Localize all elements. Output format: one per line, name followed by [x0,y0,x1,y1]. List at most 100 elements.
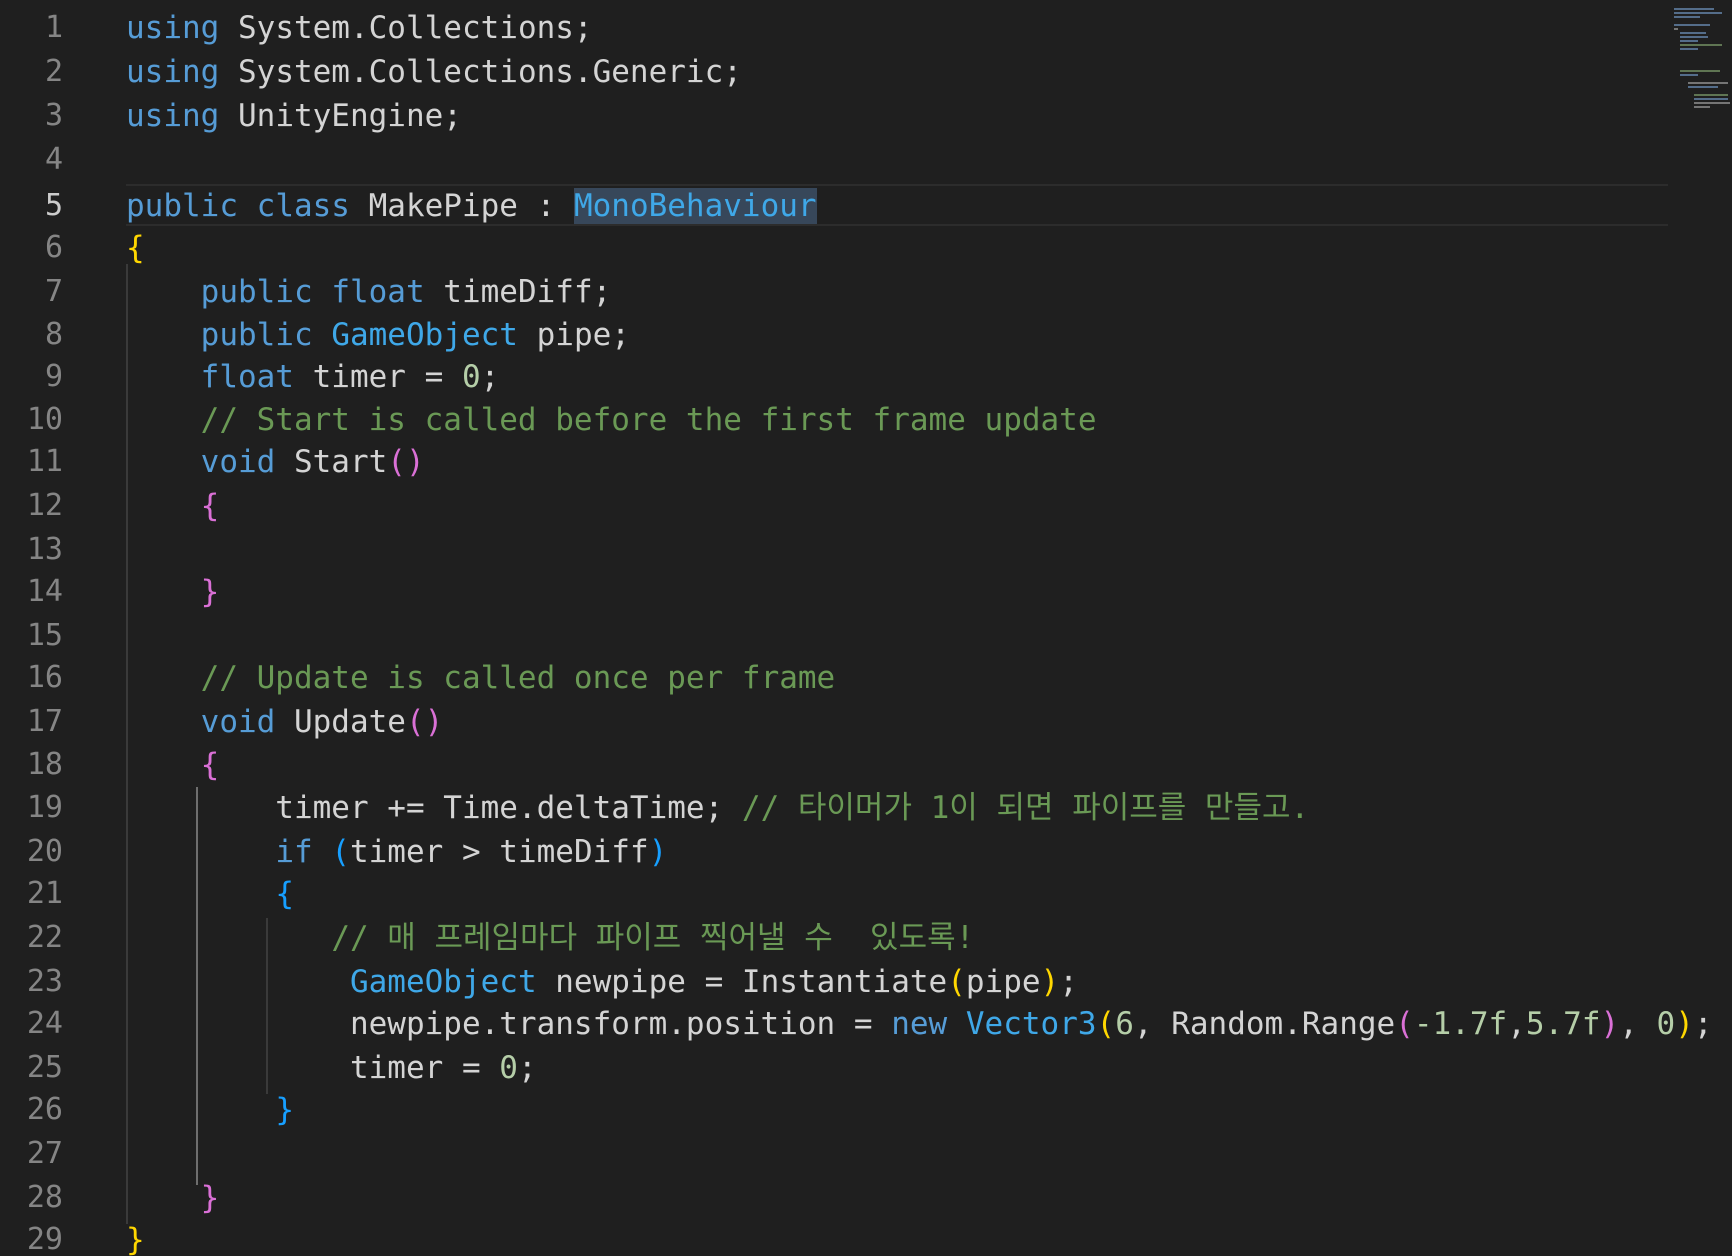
code-line[interactable]: using System.Collections.Generic; [126,50,742,94]
code-line[interactable]: if (timer > timeDiff) [126,830,667,874]
code-token: pipe; [517,317,630,353]
minimap-line [1674,24,1710,26]
code-line[interactable]: GameObject newpipe = Instantiate(pipe); [126,960,1078,1004]
code-token: Vector3 [965,1006,1097,1042]
code-token: () [405,704,444,740]
code-token: MonoBehaviour [573,188,817,224]
code-token: timer += Time.deltaTime; [126,790,742,826]
code-line[interactable]: { [126,743,220,787]
code-token: } [275,1092,294,1128]
code-token: timer = [293,359,462,395]
code-line[interactable]: } [126,1088,294,1132]
code-token: System.Collections; [219,10,593,46]
code-token: Start [275,444,388,480]
code-token: , [1619,1006,1657,1042]
minimap-line [1688,82,1728,84]
code-token: MakePipe : [349,188,574,224]
code-token: -1.7f [1413,1006,1508,1042]
code-token: ( [331,834,350,870]
minimap-line [1680,70,1720,72]
code-token: new [891,1006,948,1042]
code-token: Update [275,704,406,740]
code-line[interactable]: timer = 0; [126,1046,537,1090]
code-line[interactable]: } [126,1218,145,1256]
code-token: 0 [499,1050,518,1086]
code-token: } [200,574,220,610]
code-token: 0 [1656,1006,1676,1042]
code-line[interactable]: timer += Time.deltaTime; // 타이머가 1이 되면 파… [126,786,1309,830]
code-line[interactable]: using UnityEngine; [126,94,462,138]
minimap-line [1694,98,1728,100]
code-line[interactable]: public GameObject pipe; [126,313,630,357]
code-token: void [200,444,276,480]
minimap[interactable] [1670,0,1732,140]
minimap-line [1674,16,1700,18]
code-token: timer > timeDiff [349,834,649,870]
code-token: ( [1395,1006,1414,1042]
minimap-line [1694,106,1710,108]
code-token: , [1507,1006,1526,1042]
code-editor[interactable]: 1 2 3 4 5 6 7 8 9 10 11 12 13 14 15 16 17 18 19 20 21 22 23 24 2… [0,0,1732,1256]
code-token: using [126,98,220,134]
code-token: public [126,188,238,224]
code-token: newpipe = Instantiate [536,964,948,1000]
minimap-line [1674,8,1714,10]
code-token: float [200,359,294,395]
code-line[interactable]: using System.Collections; [126,6,593,50]
minimap-line [1674,12,1722,14]
code-area[interactable]: using System.Collections; using System.Co… [0,0,1713,1256]
code-token: ; [1693,1006,1713,1042]
code-line[interactable]: float timer = 0; [126,355,500,399]
code-token: public [200,274,313,310]
code-line[interactable]: void Start() [126,440,425,484]
code-line[interactable]: { [126,226,145,270]
code-line[interactable]: // 매 프레임마다 파이프 찍어낼 수 있도록! [126,916,974,960]
code-line[interactable]: void Update() [126,700,444,744]
code-token: using [126,54,220,90]
code-token: ; [480,359,500,395]
code-line[interactable]: { [126,872,294,916]
code-token: class [256,188,350,224]
code-token: // 매 프레임마다 파이프 찍어낼 수 있도록! [331,920,975,956]
minimap-line [1680,32,1706,34]
code-line[interactable]: public float timeDiff; [126,270,612,314]
code-token: System.Collections.Generic; [219,54,742,90]
code-token: using [126,10,220,46]
code-token: () [387,444,425,480]
code-line[interactable]: newpipe.transform.position = new Vector3… [126,1002,1713,1046]
code-token: void [200,704,276,740]
code-token: // Update is called once per frame [200,660,836,696]
code-line[interactable]: } [126,1176,220,1220]
code-line[interactable]: { [126,484,220,528]
code-token: } [126,1222,145,1256]
code-token: // Start is called before the first fram… [200,402,1097,438]
code-token: { [200,488,220,524]
code-line[interactable]: } [126,570,220,614]
code-line[interactable]: // Update is called once per frame [126,656,836,700]
code-token: { [200,747,220,783]
code-token: GameObject [349,964,537,1000]
code-token: , Random.Range [1133,1006,1396,1042]
code-line[interactable]: public class MakePipe : MonoBehaviour [126,184,817,228]
code-line[interactable]: // Start is called before the first fram… [126,398,1097,442]
code-token: { [126,230,145,266]
code-token: ) [1675,1006,1694,1042]
code-token: float [331,274,425,310]
code-token: { [275,876,294,912]
code-token: 0 [461,359,481,395]
